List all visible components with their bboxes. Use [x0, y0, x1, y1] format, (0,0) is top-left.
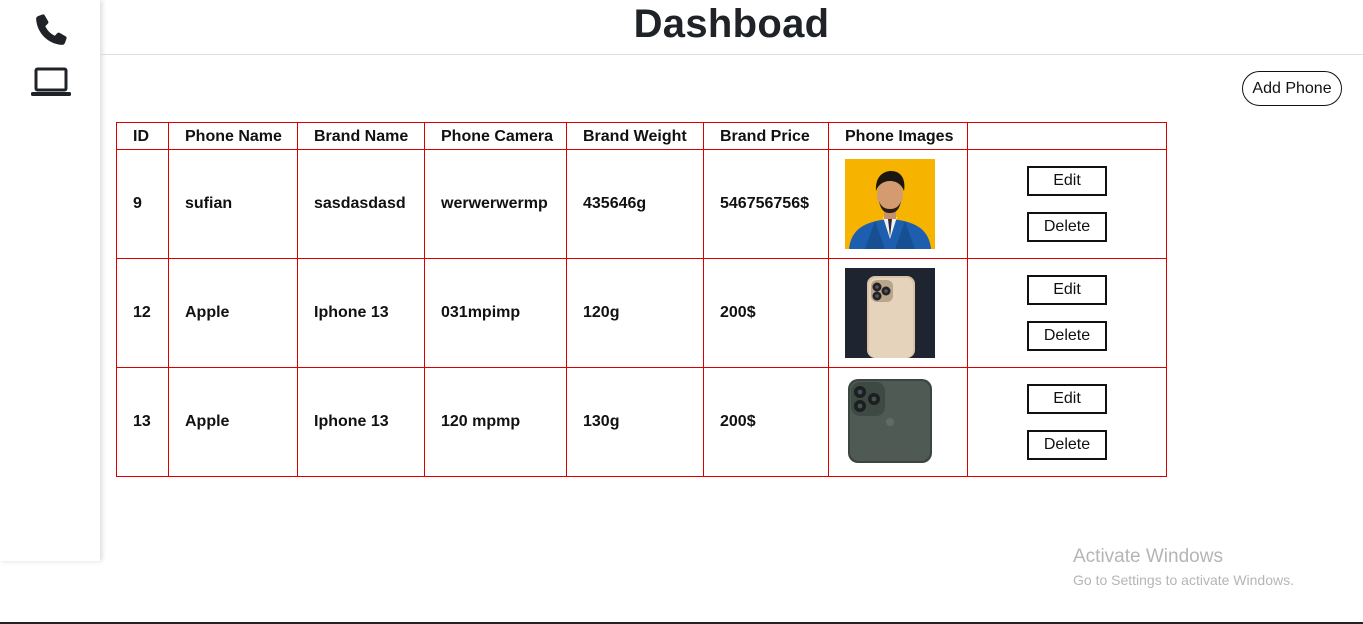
cell-price: 200$	[703, 258, 829, 368]
phones-table: ID Phone Name Brand Name Phone Camera Br…	[116, 122, 1167, 477]
cell-id: 13	[116, 367, 169, 477]
cell-weight: 130g	[566, 367, 704, 477]
header-brand-name: Brand Name	[297, 122, 425, 150]
cell-camera: werwerwermp	[424, 149, 567, 259]
person-photo	[845, 159, 935, 249]
activate-windows-watermark: Activate Windows Go to Settings to activ…	[1073, 546, 1294, 588]
table-row: 9 sufian sasdasdasd werwerwermp 435646g …	[116, 149, 1167, 259]
table-row: 13 Apple Iphone 13 120 mpmp 130g 200$ Ed…	[116, 367, 1167, 477]
cell-brand-name: sasdasdasd	[297, 149, 425, 259]
cell-phone-name: sufian	[168, 149, 298, 259]
delete-button[interactable]: Delete	[1027, 321, 1107, 351]
add-phone-button[interactable]: Add Phone	[1242, 71, 1342, 106]
cell-brand-name: Iphone 13	[297, 258, 425, 368]
cell-weight: 120g	[566, 258, 704, 368]
cell-id: 9	[116, 149, 169, 259]
table-header-row: ID Phone Name Brand Name Phone Camera Br…	[116, 122, 1167, 150]
header-phone-images: Phone Images	[828, 122, 968, 150]
cell-weight: 435646g	[566, 149, 704, 259]
laptop-icon	[31, 67, 71, 96]
cell-phone-name: Apple	[168, 367, 298, 477]
header-brand-weight: Brand Weight	[566, 122, 704, 150]
edit-button[interactable]: Edit	[1027, 384, 1107, 414]
cell-phone-name: Apple	[168, 258, 298, 368]
header-actions	[967, 122, 1167, 150]
cell-actions: Edit Delete	[967, 258, 1167, 368]
edit-button[interactable]: Edit	[1027, 166, 1107, 196]
cell-image	[828, 149, 968, 259]
cell-image	[828, 258, 968, 368]
table-row: 12 Apple Iphone 13 031mpimp 120g 200$ Ed…	[116, 258, 1167, 368]
watermark-subtitle: Go to Settings to activate Windows.	[1073, 572, 1294, 588]
header: Dashboad	[100, 0, 1363, 55]
delete-button[interactable]: Delete	[1027, 430, 1107, 460]
sidebar-item-laptops[interactable]	[26, 60, 76, 104]
sidebar	[0, 0, 100, 561]
cell-price: 546756756$	[703, 149, 829, 259]
gold-phone-photo	[845, 268, 935, 358]
green-phone-photo	[845, 377, 935, 467]
cell-camera: 031mpimp	[424, 258, 567, 368]
header-phone-camera: Phone Camera	[424, 122, 567, 150]
sidebar-item-phones[interactable]	[26, 8, 76, 52]
header-phone-name: Phone Name	[168, 122, 298, 150]
edit-button[interactable]: Edit	[1027, 275, 1107, 305]
page-title: Dashboad	[633, 2, 830, 46]
header-id: ID	[116, 122, 169, 150]
cell-id: 12	[116, 258, 169, 368]
watermark-title: Activate Windows	[1073, 546, 1223, 567]
cell-brand-name: Iphone 13	[297, 367, 425, 477]
phone-icon	[36, 14, 67, 45]
cell-actions: Edit Delete	[967, 367, 1167, 477]
cell-camera: 120 mpmp	[424, 367, 567, 477]
cell-image	[828, 367, 968, 477]
header-brand-price: Brand Price	[703, 122, 829, 150]
cell-price: 200$	[703, 367, 829, 477]
delete-button[interactable]: Delete	[1027, 212, 1107, 242]
cell-actions: Edit Delete	[967, 149, 1167, 259]
